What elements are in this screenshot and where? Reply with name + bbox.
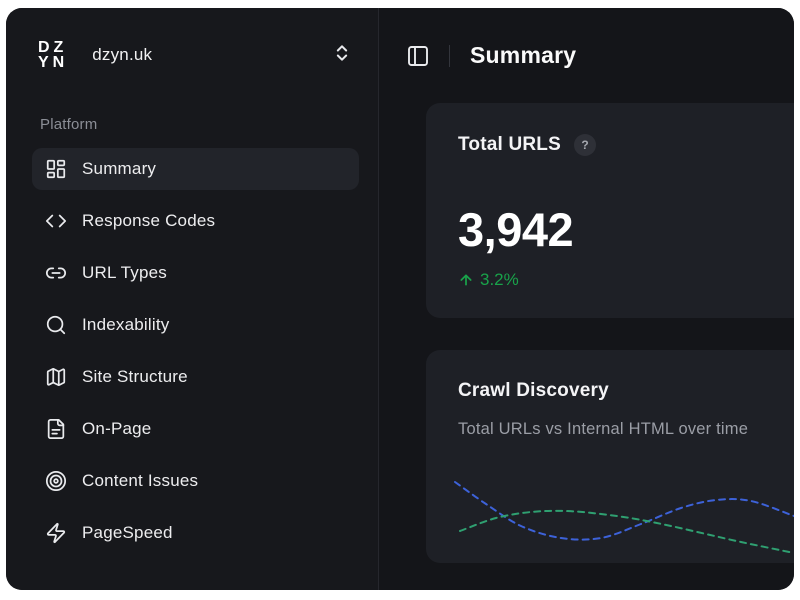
sidebar-item-label: Response Codes — [82, 211, 215, 231]
app-window: DZ YN dzyn.uk Platform Summary Response … — [6, 8, 794, 590]
sidebar-item-pagespeed[interactable]: PageSpeed — [32, 512, 359, 554]
chevrons-up-down-icon[interactable] — [332, 43, 352, 68]
header-divider — [449, 45, 450, 67]
site-switcher[interactable]: DZ YN dzyn.uk — [6, 8, 378, 70]
logo-line-1: DZ — [38, 40, 68, 55]
site-name: dzyn.uk — [92, 45, 152, 65]
crawl-discovery-title: Crawl Discovery — [458, 380, 609, 402]
sidebar: DZ YN dzyn.uk Platform Summary Response … — [6, 8, 379, 590]
crawl-discovery-subtitle: Total URLs vs Internal HTML over time — [426, 420, 794, 439]
help-icon[interactable]: ? — [574, 134, 596, 156]
sidebar-item-site-structure[interactable]: Site Structure — [32, 356, 359, 398]
chart-line-total-urls — [455, 482, 794, 540]
total-urls-card: Total URLS ? 3,942 3.2% — [426, 103, 794, 318]
sidebar-item-indexability[interactable]: Indexability — [32, 304, 359, 346]
sidebar-item-label: PageSpeed — [82, 523, 173, 543]
sidebar-item-url-types[interactable]: URL Types — [32, 252, 359, 294]
sidebar-item-on-page[interactable]: On-Page — [32, 408, 359, 450]
logo-line-2: YN — [38, 55, 68, 70]
delta-text: 3.2% — [480, 270, 519, 290]
search-icon — [44, 313, 68, 337]
sidebar-nav: Summary Response Codes URL Types Indexab… — [32, 148, 359, 554]
chart-line-internal-html — [460, 511, 794, 553]
main-header: Summary — [379, 8, 794, 103]
crawl-discovery-chart — [426, 458, 794, 563]
code-icon — [44, 209, 68, 233]
file-text-icon — [44, 417, 68, 441]
sidebar-item-summary[interactable]: Summary — [32, 148, 359, 190]
sidebar-item-response-codes[interactable]: Response Codes — [32, 200, 359, 242]
arrow-up-icon — [458, 272, 474, 288]
sidebar-section-label: Platform — [40, 116, 378, 133]
sidebar-item-label: Indexability — [82, 315, 169, 335]
sidebar-item-label: URL Types — [82, 263, 167, 283]
main-panel: Summary Total URLS ? 3,942 3.2% Crawl Di… — [379, 8, 794, 590]
sidebar-item-label: Content Issues — [82, 471, 198, 491]
sidebar-item-label: Site Structure — [82, 367, 188, 387]
sidebar-item-label: On-Page — [82, 419, 151, 439]
layout-dashboard-icon — [44, 157, 68, 181]
target-icon — [44, 469, 68, 493]
link-icon — [44, 261, 68, 285]
sidebar-toggle-button[interactable] — [406, 44, 430, 68]
total-urls-delta: 3.2% — [426, 270, 794, 290]
sidebar-item-content-issues[interactable]: Content Issues — [32, 460, 359, 502]
sidebar-item-label: Summary — [82, 159, 156, 179]
map-icon — [44, 365, 68, 389]
zap-icon — [44, 521, 68, 545]
total-urls-value: 3,942 — [426, 206, 794, 253]
dzyn-logo: DZ YN — [38, 40, 68, 70]
crawl-discovery-card: Crawl Discovery Total URLs vs Internal H… — [426, 350, 794, 563]
total-urls-title: Total URLS — [458, 134, 561, 156]
page-title: Summary — [470, 42, 576, 69]
panel-left-icon — [406, 44, 430, 71]
